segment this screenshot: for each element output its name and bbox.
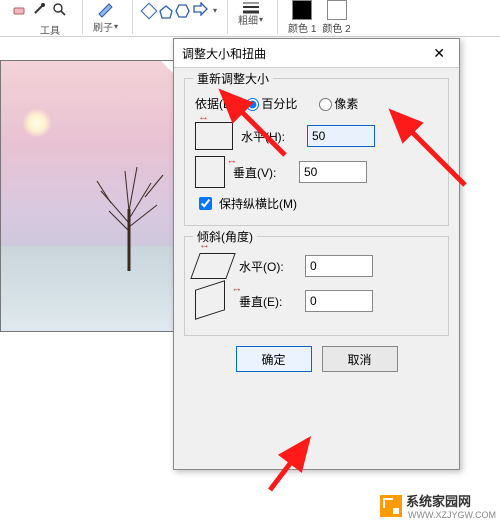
resize-vertical-input[interactable] (299, 161, 367, 183)
radio-percent-label: 百分比 (261, 97, 297, 111)
skew-horizontal-row: ↔ 水平(O): (195, 253, 438, 279)
chevron-down-icon: ▾ (259, 15, 263, 24)
maintain-aspect-label: 保持纵横比(M) (219, 195, 297, 212)
by-label: 依据(B): (195, 95, 238, 112)
tree-graphic (91, 161, 166, 271)
eraser-icon[interactable] (10, 0, 28, 18)
by-row: 依据(B): 百分比 像素 (195, 95, 438, 112)
horizontal-resize-icon: ↔ (195, 122, 233, 150)
radio-pixel-input[interactable] (319, 98, 332, 111)
chevron-down-icon: ▾ (114, 22, 118, 31)
brush-label: 刷子 (93, 19, 113, 34)
magnifier-icon[interactable] (50, 0, 68, 18)
tools-group-label: 工具 (40, 22, 60, 37)
watermark: 系统家园网 WWW.XZJYGW.COM (380, 491, 496, 520)
color2-group[interactable]: 颜色 2 (322, 0, 350, 35)
resize-horizontal-row: ↔ 水平(H): (195, 122, 438, 150)
close-icon[interactable]: ✕ (427, 43, 451, 64)
color-picker-icon[interactable] (30, 0, 48, 18)
skew-vertical-icon: ↕ (195, 285, 231, 317)
separator (277, 0, 278, 34)
pentagon-shape-icon[interactable] (159, 5, 171, 17)
sun-graphic (23, 109, 51, 137)
separator (82, 0, 83, 34)
resize-groupbox: 重新调整大小 依据(B): 百分比 像素 ↔ 水平(H): ↕ 垂直(V): 保… (184, 78, 449, 226)
radio-percent[interactable]: 百分比 (246, 95, 297, 112)
skew-horizontal-input[interactable] (305, 255, 373, 277)
resize-horizontal-label: 水平(H): (241, 128, 299, 145)
stroke-group[interactable]: 粗细▾ (238, 0, 263, 27)
skew-vertical-label: 垂直(E): (239, 293, 297, 310)
maintain-aspect-checkbox[interactable] (199, 197, 212, 210)
arrow-right-shape-icon[interactable] (193, 2, 208, 19)
watermark-logo-icon (380, 495, 402, 517)
color1-label: 颜色 1 (288, 20, 316, 35)
dialog-buttons: 确定 取消 (174, 346, 459, 372)
resize-horizontal-input[interactable] (307, 125, 375, 147)
radio-percent-input[interactable] (246, 98, 259, 111)
tool-icons (10, 0, 68, 18)
cancel-button-label: 取消 (347, 351, 371, 368)
skew-groupbox: 倾斜(角度) ↔ 水平(O): ↕ 垂直(E): (184, 236, 449, 336)
chevron-down-icon: ▾ (213, 6, 217, 15)
separator (227, 0, 228, 34)
brush-icon (95, 0, 117, 21)
color1-swatch[interactable] (292, 0, 312, 20)
ok-button-label: 确定 (261, 351, 285, 368)
skew-vertical-input[interactable] (305, 290, 373, 312)
separator (132, 0, 133, 34)
resize-vertical-label: 垂直(V): (233, 164, 291, 181)
dialog-title: 调整大小和扭曲 (182, 45, 266, 62)
hexagon-shape-icon[interactable] (175, 4, 189, 18)
color2-swatch[interactable] (327, 0, 347, 20)
ok-button[interactable]: 确定 (236, 346, 312, 372)
radio-pixel-label: 像素 (334, 97, 358, 111)
shapes-group[interactable]: ▾ (143, 0, 217, 19)
ribbon: 刷子▾ ▾ 粗细▾ 颜色 1 颜色 2 (0, 0, 500, 37)
diamond-shape-icon[interactable] (141, 2, 158, 19)
vertical-resize-icon: ↕ (195, 156, 225, 188)
resize-legend: 重新调整大小 (193, 70, 273, 87)
resize-skew-dialog: 调整大小和扭曲 ✕ 重新调整大小 依据(B): 百分比 像素 ↔ 水平(H): … (173, 38, 460, 470)
resize-vertical-row: ↕ 垂直(V): (195, 156, 438, 188)
skew-horizontal-label: 水平(O): (239, 258, 297, 275)
watermark-url: WWW.XZJYGW.COM (408, 510, 496, 520)
color2-label: 颜色 2 (322, 20, 350, 35)
dialog-titlebar[interactable]: 调整大小和扭曲 ✕ (174, 39, 459, 68)
maintain-aspect-row[interactable]: 保持纵横比(M) (195, 194, 438, 213)
cancel-button[interactable]: 取消 (322, 346, 398, 372)
radio-pixel[interactable]: 像素 (319, 95, 358, 112)
color1-group[interactable]: 颜色 1 (288, 0, 316, 35)
watermark-name: 系统家园网 (406, 491, 496, 510)
canvas-image[interactable] (0, 60, 177, 332)
brush-group[interactable]: 刷子▾ (93, 0, 118, 34)
skew-vertical-row: ↕ 垂直(E): (195, 285, 438, 317)
skew-horizontal-icon: ↔ (195, 253, 231, 279)
stroke-label: 粗细 (238, 12, 258, 27)
